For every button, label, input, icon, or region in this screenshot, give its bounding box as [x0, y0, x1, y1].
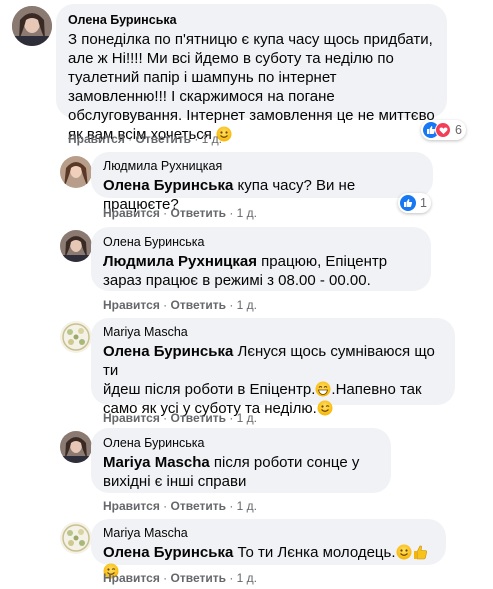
like-link[interactable]: Нравится — [103, 411, 160, 425]
comment-author[interactable]: Олена Буринська — [68, 12, 435, 28]
reply-link[interactable]: Ответить — [171, 411, 226, 425]
like-link[interactable]: Нравится — [68, 132, 125, 146]
separator: · — [229, 571, 234, 585]
reply-link[interactable]: Ответить — [171, 571, 226, 585]
comment-actions: Нравится · Ответить · 1 д. — [103, 297, 257, 313]
comment-text: Mariya Mascha після роботи сонце у вихід… — [103, 453, 379, 491]
like-link[interactable]: Нравится — [103, 499, 160, 513]
reaction-counter[interactable]: 6 — [421, 120, 466, 140]
reply-link[interactable]: Ответить — [171, 298, 226, 312]
separator: · — [229, 298, 234, 312]
comment-text-body: .Напевно так — [331, 381, 422, 398]
smile-emoji-icon — [396, 544, 412, 560]
avatar[interactable] — [60, 321, 92, 353]
comment-text: З понеділка по п'ятницю є купа часу щось… — [68, 30, 435, 144]
comment-author[interactable]: Людмила Рухницкая — [103, 158, 421, 174]
avatar[interactable] — [60, 156, 92, 188]
comment-author[interactable]: Олена Буринська — [103, 234, 419, 250]
like-icon — [400, 195, 416, 211]
comment-bubble: Олена Буринська З понеділка по п'ятницю … — [56, 4, 447, 143]
separator: · — [163, 206, 168, 220]
mention-link[interactable]: Олена Буринська — [103, 177, 233, 194]
mention-link[interactable]: Людмила Рухницкая — [103, 253, 257, 270]
comment-text: Людмила Рухницкая працюю, Епіцентр зараз… — [103, 252, 419, 290]
timestamp[interactable]: 1 д. — [237, 298, 257, 312]
comment-bubble: Mariya Mascha Олена Буринська Лєнуся щос… — [91, 318, 455, 417]
mention-link[interactable]: Mariya Mascha — [103, 454, 210, 471]
separator: · — [163, 298, 168, 312]
thumbs-up-emoji-icon — [412, 544, 428, 560]
avatar[interactable] — [60, 431, 92, 463]
like-link[interactable]: Нравится — [103, 206, 160, 220]
comment-bubble: Олена Буринська Mariya Mascha після робо… — [91, 428, 391, 493]
mention-link[interactable]: Олена Буринська — [103, 544, 233, 561]
avatar[interactable] — [60, 522, 92, 554]
heart-icon — [435, 122, 451, 138]
reply-link[interactable]: Ответить — [171, 206, 226, 220]
wink-emoji-icon — [317, 400, 333, 416]
separator: · — [163, 499, 168, 513]
reactions-count: 1 — [420, 196, 427, 210]
comment-text-body: йдеш після роботи в Епіцентр. — [103, 381, 316, 398]
comment-text-body: З понеділка по п'ятницю є купа часу щось… — [68, 31, 435, 143]
comment-actions: Нравится · Ответить · 1 д. — [103, 410, 257, 426]
reaction-counter[interactable]: 1 — [398, 193, 431, 213]
comment-text: Олена Буринська Лєнуся щось сумніваюся щ… — [103, 342, 443, 418]
separator: · — [229, 499, 234, 513]
separator: · — [128, 132, 133, 146]
comment-bubble: Mariya Mascha Олена Буринська То ти Лєнк… — [91, 519, 446, 579]
comment-actions: Нравится · Ответить · 1 д. — [103, 498, 257, 514]
reactions-count: 6 — [455, 123, 462, 137]
reply-link[interactable]: Ответить — [171, 499, 226, 513]
separator: · — [229, 411, 234, 425]
comment-author[interactable]: Mariya Mascha — [103, 525, 434, 541]
comment-author[interactable]: Mariya Mascha — [103, 324, 443, 340]
grin-emoji-icon — [315, 381, 331, 397]
timestamp[interactable]: 1 д. — [237, 571, 257, 585]
separator: · — [194, 132, 199, 146]
avatar[interactable] — [60, 230, 92, 262]
comment-actions: Нравится · Ответить · 1 д. — [68, 131, 222, 147]
comment-bubble: Олена Буринська Людмила Рухницкая працюю… — [91, 227, 431, 291]
comment-text-body: То ти Лєнка молодець. — [233, 544, 396, 561]
mention-link[interactable]: Олена Буринська — [103, 343, 233, 360]
separator: · — [163, 411, 168, 425]
separator: · — [163, 571, 168, 585]
reply-link[interactable]: Ответить — [136, 132, 191, 146]
separator: · — [229, 206, 234, 220]
comment-actions: Нравится · Ответить · 1 д. — [103, 205, 257, 221]
like-link[interactable]: Нравится — [103, 298, 160, 312]
timestamp[interactable]: 1 д. — [237, 411, 257, 425]
comment-author[interactable]: Олена Буринська — [103, 435, 379, 451]
comment-actions: Нравится · Ответить · 1 д. — [103, 570, 257, 586]
avatar[interactable] — [12, 6, 52, 46]
timestamp[interactable]: 1 д. — [202, 132, 222, 146]
comment-bubble: Людмила Рухницкая Олена Буринська купа ч… — [91, 152, 433, 213]
timestamp[interactable]: 1 д. — [237, 499, 257, 513]
timestamp[interactable]: 1 д. — [237, 206, 257, 220]
like-link[interactable]: Нравится — [103, 571, 160, 585]
